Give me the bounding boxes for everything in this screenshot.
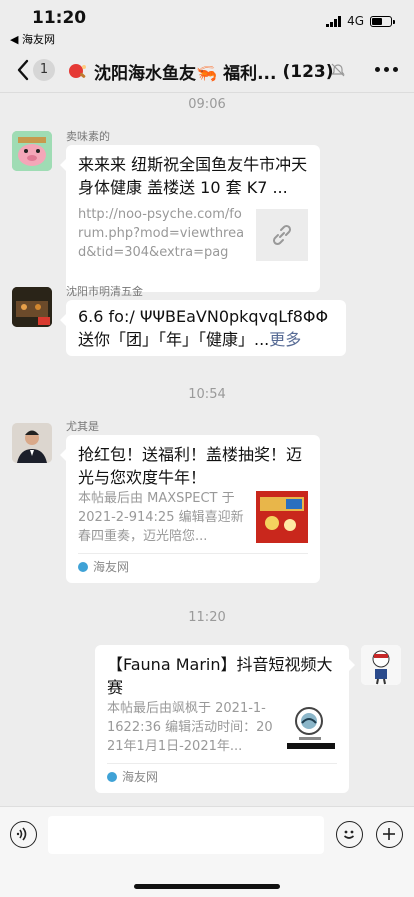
card-title: 来来来 纽斯祝全国鱼友牛市冲天 身体健康 盖楼送 10 套 K7 ... <box>78 155 308 197</box>
link-icon <box>256 209 308 261</box>
voice-input-button[interactable] <box>10 821 37 848</box>
smiley-icon <box>343 830 355 839</box>
chat-header: 1 沈阳海水鱼友🦐 福利... (123) <box>0 48 414 93</box>
card-description: http://noo-psyche.com/forum.php?mod=view… <box>78 207 245 260</box>
timestamp: 09:06 <box>188 97 226 112</box>
avatar[interactable] <box>361 645 401 685</box>
card-description: 本帖最后由 MAXSPECT 于 2021-2-914:25 编辑喜迎新春四重奏… <box>78 491 244 544</box>
timestamp: 11:20 <box>188 610 226 625</box>
source-app-icon <box>78 561 88 572</box>
text-message[interactable]: 6.6 fo:/ ΨΨBEaVN0pkqvqLf8ΦΦ 送你「团」「年」「健康」… <box>60 300 346 356</box>
back-to-app-link[interactable]: ◀ 海友网 <box>10 31 55 47</box>
avatar[interactable] <box>12 131 52 171</box>
timestamp: 10:54 <box>188 387 226 402</box>
divider <box>107 763 337 764</box>
more-functions-button[interactable] <box>376 821 403 848</box>
message-list[interactable]: 09:06 卖味素的 来来来 纽斯祝全国鱼友牛市冲天 身体健康 盖楼送 10 套… <box>0 93 414 806</box>
status-indicators: 4G <box>326 14 395 28</box>
mute-icon <box>331 63 345 77</box>
status-time: 11:20 <box>32 8 87 28</box>
sender-name: 沈阳市明清五金 <box>66 285 143 298</box>
divider <box>78 553 308 554</box>
battery-icon <box>370 15 395 27</box>
message-text: 送你「团」「年」「健康」... <box>78 330 270 349</box>
member-count: (123) <box>282 61 334 82</box>
card-title: 抢红包！送福利！盖楼抽奖！迈光与您欢度牛年！ <box>78 445 303 487</box>
plus-icon <box>383 828 395 840</box>
sender-name: 卖味素的 <box>66 130 110 143</box>
card-thumbnail <box>285 701 337 753</box>
message-text-line-1: 6.6 fo:/ ΨΨBEaVN0pkqvqLf8ΦΦ <box>78 307 329 326</box>
card-source: 海友网 <box>107 768 158 785</box>
sender-name: 尤其是 <box>66 420 99 433</box>
link-card-message[interactable]: 来来来 纽斯祝全国鱼友牛市冲天 身体健康 盖楼送 10 套 K7 ... htt… <box>60 145 320 292</box>
voice-icon <box>16 827 27 841</box>
message-input[interactable] <box>48 816 324 854</box>
status-bar: 11:20 ◀ 海友网 4G <box>0 0 414 48</box>
expand-more-link[interactable]: 更多 <box>269 330 301 349</box>
more-options-icon[interactable] <box>375 67 398 72</box>
card-title: 【Fauna Marin】抖音短视频大赛 <box>107 655 333 697</box>
source-name: 海友网 <box>93 560 130 574</box>
home-indicator <box>134 884 280 889</box>
card-source: 海友网 <box>78 558 129 575</box>
avatar[interactable] <box>12 423 52 463</box>
link-card-message[interactable]: 【Fauna Marin】抖音短视频大赛 本帖最后由飒枫于 2021-1-162… <box>95 645 355 793</box>
ping-pong-icon <box>68 63 88 81</box>
card-thumbnail <box>256 491 308 543</box>
chat-title-text: 沈阳海水鱼友🦐 福利... <box>94 64 277 84</box>
card-description: 本帖最后由飒枫于 2021-1-1622:36 编辑活动时间：2021年1月1日… <box>107 701 273 754</box>
avatar[interactable] <box>12 287 52 327</box>
unread-count-badge: 1 <box>33 59 55 81</box>
message-text-line-2: 送你「团」「年」「健康」...更多 <box>78 328 301 351</box>
network-label: 4G <box>347 14 364 28</box>
signal-icon <box>326 15 342 27</box>
source-app-icon <box>107 771 117 782</box>
source-name: 海友网 <box>122 770 159 784</box>
link-card-message[interactable]: 抢红包！送福利！盖楼抽奖！迈光与您欢度牛年！ 本帖最后由 MAXSPECT 于 … <box>60 435 320 583</box>
emoji-button[interactable] <box>336 821 363 848</box>
chat-title: 沈阳海水鱼友🦐 福利... (123) <box>68 59 334 84</box>
